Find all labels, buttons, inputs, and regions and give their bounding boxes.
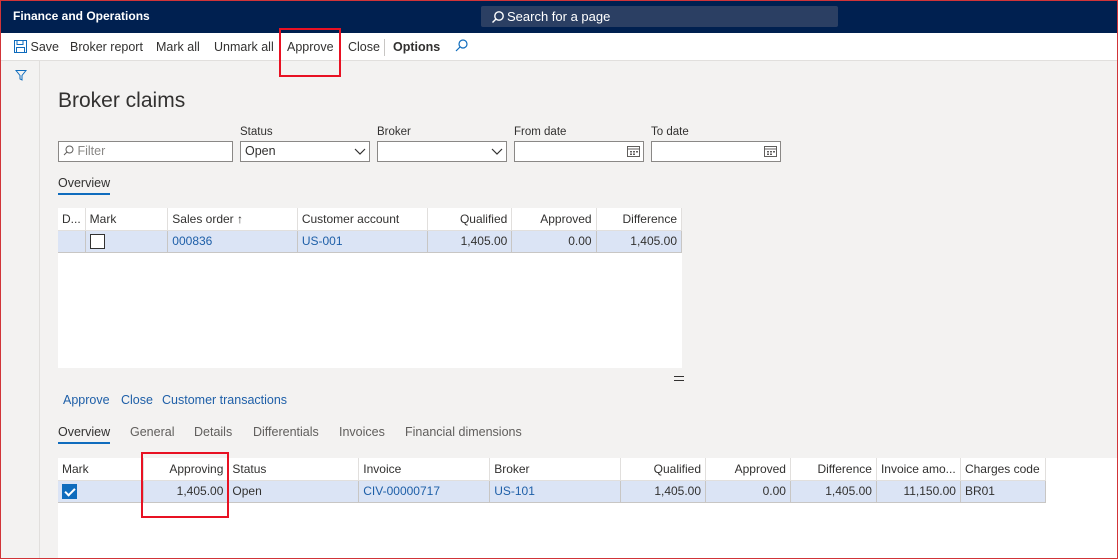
broker-label: Broker [377,126,411,138]
column-header-approved[interactable]: Approved [705,458,791,481]
column-header-mark[interactable]: Mark [85,208,169,231]
mark-all-button[interactable]: Mark all [156,40,200,54]
action-pane: Save Broker report Mark all Unmark all A… [0,33,1118,61]
column-header-invoice[interactable]: Invoice [358,458,491,481]
close-button[interactable]: Close [348,40,380,54]
left-rail [0,61,40,559]
search-icon [455,39,468,52]
sort-ascending-icon: ↑ [237,211,244,226]
row-selector[interactable] [58,230,86,253]
to-date-label: To date [651,126,689,138]
lines-grid-header: Mark Approving Status Invoice Broker Qua… [58,458,1047,481]
difference-cell[interactable]: 1,405.00 [596,230,683,253]
column-header-approved[interactable]: Approved [511,208,597,231]
approving-cell[interactable]: 1,405.00 [143,480,229,503]
filter-icon[interactable] [15,69,27,81]
approved-cell[interactable]: 0.00 [511,230,597,253]
column-header-d[interactable]: D... [58,208,86,231]
qualified-cell[interactable]: 1,405.00 [620,480,707,503]
tab-invoices[interactable]: Invoices [339,425,385,439]
lines-approve-button[interactable]: Approve [63,393,110,407]
chevron-down-icon [491,148,503,155]
toolbar-search-button[interactable] [455,39,468,55]
table-row[interactable]: 1,405.00 Open CIV-00000717 US-101 1,405.… [58,480,1047,503]
column-header-customer-account[interactable]: Customer account [297,208,429,231]
tab-general[interactable]: General [130,425,174,439]
broker-link[interactable]: US-101 [489,480,622,503]
claims-grid-header: D... Mark Sales order ↑ Customer account… [58,208,683,231]
from-date-field[interactable] [514,141,644,162]
pane-splitter-handle[interactable] [674,376,684,381]
column-header-difference[interactable]: Difference [790,458,877,481]
mark-cell[interactable] [58,480,145,503]
table-row[interactable]: 000836 US-001 1,405.00 0.00 1,405.00 [58,230,683,253]
tab-details[interactable]: Details [194,425,232,439]
filter-placeholder: Filter [77,144,106,158]
search-box-label: Search for a page [507,9,611,24]
chevron-down-icon [354,148,366,155]
save-button-label: Save [30,40,59,54]
status-label: Status [240,126,273,138]
column-header-charges-code[interactable]: Charges code [960,458,1047,481]
save-button[interactable]: Save [14,40,59,54]
column-header-difference[interactable]: Difference [596,208,683,231]
approved-cell[interactable]: 0.00 [705,480,791,503]
approve-button[interactable]: Approve [287,40,334,54]
column-header-qualified[interactable]: Qualified [427,208,513,231]
sales-order-header-label: Sales order [172,211,234,226]
column-header-sales-order[interactable]: Sales order ↑ [167,208,298,231]
status-value: Open [245,144,276,158]
tab-financial-dimensions[interactable]: Financial dimensions [405,425,522,439]
mark-checkbox[interactable] [89,233,105,249]
calendar-icon[interactable] [627,145,640,157]
from-date-label: From date [514,126,567,138]
tab-overview[interactable]: Overview [58,176,111,195]
column-header-status[interactable]: Status [227,458,360,481]
column-header-qualified[interactable]: Qualified [620,458,707,481]
search-icon [492,11,504,23]
broker-dropdown[interactable] [377,141,507,162]
column-header-broker[interactable]: Broker [489,458,622,481]
tab-differentials[interactable]: Differentials [253,425,319,439]
filter-input[interactable]: Filter [58,141,233,162]
toolbar-divider [384,39,385,56]
invoice-link[interactable]: CIV-00000717 [358,480,491,503]
tab-lines-overview[interactable]: Overview [58,425,111,444]
top-nav-bar: Finance and Operations Search for a page [0,0,1118,33]
lines-grid: Mark Approving Status Invoice Broker Qua… [58,458,1047,503]
calendar-icon[interactable] [764,145,777,157]
column-header-approving[interactable]: Approving [143,458,229,481]
status-dropdown[interactable]: Open [240,141,370,162]
app-title[interactable]: Finance and Operations [13,9,150,23]
difference-cell[interactable]: 1,405.00 [790,480,877,503]
status-cell[interactable]: Open [227,480,360,503]
search-icon [63,145,74,156]
save-icon [14,40,27,53]
broker-report-button[interactable]: Broker report [70,40,143,54]
qualified-cell[interactable]: 1,405.00 [427,230,513,253]
claims-grid: D... Mark Sales order ↑ Customer account… [58,208,683,253]
invoice-amount-cell[interactable]: 11,150.00 [876,480,961,503]
customer-transactions-button[interactable]: Customer transactions [162,393,287,407]
sales-order-link[interactable]: 000836 [167,230,298,253]
customer-account-link[interactable]: US-001 [297,230,429,253]
unmark-all-button[interactable]: Unmark all [214,40,274,54]
page-title: Broker claims [58,89,186,112]
page-search-box[interactable]: Search for a page [481,6,838,27]
mark-cell[interactable] [85,230,169,253]
charges-code-cell[interactable]: BR01 [960,480,1047,503]
column-header-mark[interactable]: Mark [58,458,145,481]
options-button[interactable]: Options [393,40,440,54]
mark-checkbox[interactable] [62,483,77,499]
to-date-field[interactable] [651,141,781,162]
column-header-invoice-amount[interactable]: Invoice amo... [876,458,961,481]
lines-close-button[interactable]: Close [121,393,153,407]
